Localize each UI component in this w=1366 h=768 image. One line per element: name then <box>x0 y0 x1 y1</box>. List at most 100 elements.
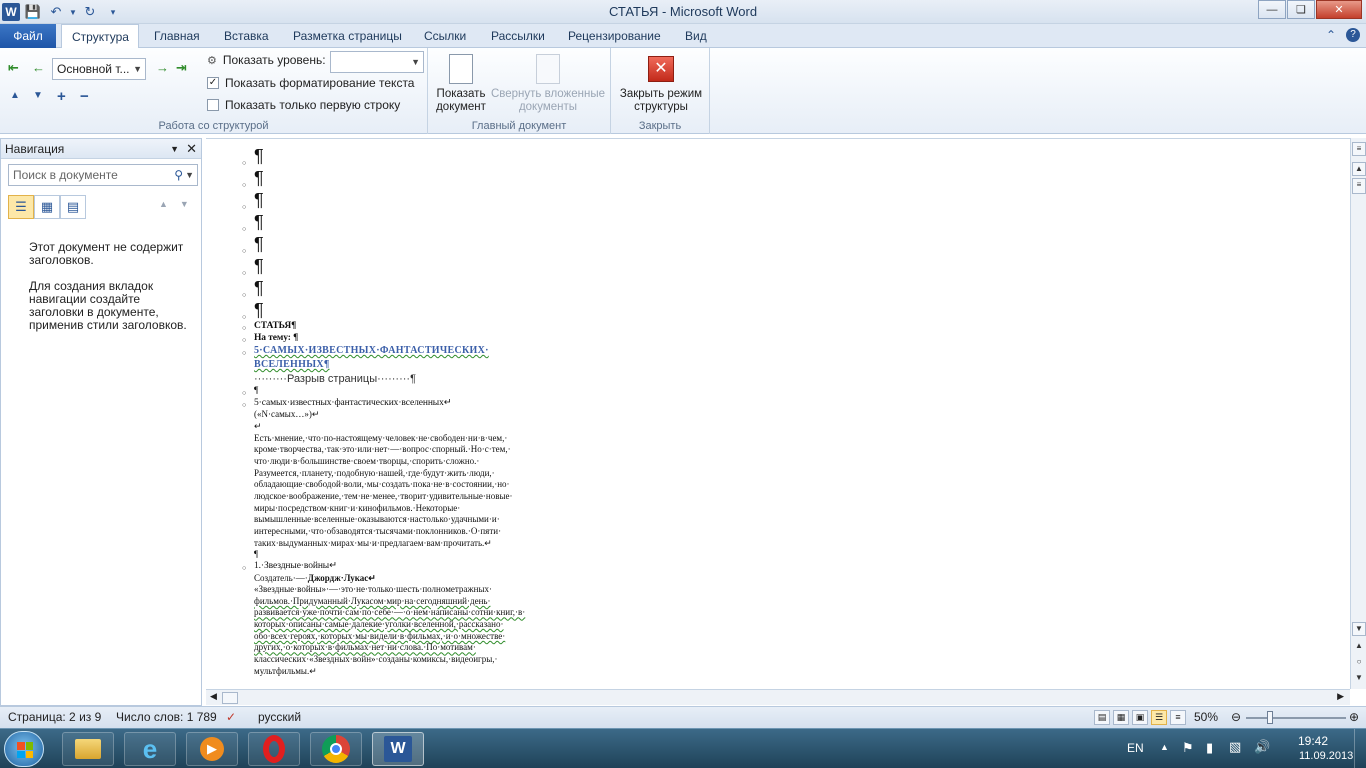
media-player-icon[interactable]: ▶ <box>186 732 238 766</box>
vertical-scrollbar[interactable]: ≡ ▲ ≡ ▼ ▲ ○ ▼ <box>1350 138 1366 689</box>
body-line[interactable]: вымышленные·вселенные·оказываются·настол… <box>242 514 542 526</box>
pane-options-icon[interactable]: ▼ <box>170 139 179 159</box>
language-bar[interactable]: EN <box>1127 741 1144 755</box>
zoom-level[interactable]: 50% <box>1194 707 1218 728</box>
show-level-combo[interactable]: ▼ <box>330 51 424 73</box>
search-icon[interactable]: ⚲ <box>174 165 183 185</box>
body-line[interactable]: Разумеется,·планету,·подобную·нашей,·где… <box>242 468 542 480</box>
empty-outline-line[interactable]: ○ ¶ <box>242 233 542 255</box>
promote-icon[interactable]: ← <box>32 60 45 75</box>
chrome-icon[interactable] <box>310 732 362 766</box>
outline-line[interactable]: ○ СТАТЬЯ¶ <box>242 321 542 333</box>
scroll-down-icon[interactable]: ▼ <box>1352 622 1366 636</box>
action-center-icon[interactable]: ⚑ <box>1182 740 1194 756</box>
demote-to-body-icon[interactable]: ⇥ <box>176 60 187 76</box>
ruler-toggle-icon[interactable]: ≡ <box>1352 142 1366 156</box>
body-line[interactable]: кроме·творчества,·так·это·или·нет·—·вопр… <box>242 444 542 456</box>
move-up-icon[interactable]: ▲ <box>10 90 20 101</box>
show-desktop-button[interactable] <box>1354 729 1366 768</box>
tab-page-layout[interactable]: Разметка страницы <box>283 24 412 48</box>
creator-line[interactable]: Создатель·—·Джордж·Лукас↵ <box>242 573 542 585</box>
body-line[interactable]: которых·описаны·самые·далекие·уголки·все… <box>242 619 542 631</box>
outline-level-combo[interactable]: Основной т... ▼ <box>52 58 146 80</box>
demote-icon[interactable]: → <box>156 60 169 75</box>
outline-view-icon[interactable]: ☰ <box>1151 710 1167 725</box>
network-icon[interactable]: ▧ <box>1229 739 1241 755</box>
zoom-slider[interactable] <box>1246 717 1346 719</box>
tab-review[interactable]: Рецензирование <box>558 24 671 48</box>
tab-home[interactable]: Главная <box>144 24 210 48</box>
checkbox-checked-icon[interactable]: ✓ <box>207 77 219 89</box>
next-heading-icon[interactable]: ▼ <box>180 199 189 209</box>
show-document-button[interactable]: Показать документ <box>432 52 490 114</box>
tab-mailings[interactable]: Рассылки <box>481 24 555 48</box>
proofing-icon[interactable]: ✓ <box>226 707 236 728</box>
explorer-icon[interactable] <box>62 732 114 766</box>
browse-object-icon[interactable]: ○ <box>1352 656 1366 670</box>
headings-view-icon[interactable]: ☰ <box>8 195 34 219</box>
collapse-icon[interactable]: − <box>80 88 89 105</box>
tab-insert[interactable]: Вставка <box>214 24 279 48</box>
full-screen-reading-icon[interactable]: ▦ <box>1113 710 1129 725</box>
power-icon[interactable]: ▮ <box>1206 740 1213 756</box>
empty-outline-line[interactable]: ○ ¶ <box>242 299 542 321</box>
outline-line[interactable]: ○ ¶ <box>242 386 542 398</box>
help-icon[interactable]: ? <box>1346 28 1360 42</box>
empty-outline-line[interactable]: ○ ¶ <box>242 145 542 167</box>
pages-view-icon[interactable]: ▦ <box>34 195 60 219</box>
scroll-thumb[interactable]: ≡ <box>1352 178 1366 194</box>
zoom-in-icon[interactable]: ⊕ <box>1349 707 1359 728</box>
tab-outline[interactable]: Структура <box>61 24 139 49</box>
previous-heading-icon[interactable]: ▲ <box>159 199 168 209</box>
body-line[interactable]: обо·всех·героях,·которых·мы·видели·в·фил… <box>242 631 542 643</box>
body-line[interactable]: обладающие·свободой·воли,·мы·создать·пок… <box>242 479 542 491</box>
start-button[interactable] <box>4 731 44 767</box>
body-line[interactable]: людское·воображение,·тем·не·менее,·твори… <box>242 491 542 503</box>
maximize-icon[interactable]: ❏ <box>1287 0 1315 19</box>
draft-view-icon[interactable]: ≡ <box>1170 710 1186 725</box>
body-line[interactable]: других,·о·которых·в·фильмах·нет·ни·слова… <box>242 642 542 654</box>
body-line[interactable]: классических·«Звездных·войн»·созданы·ком… <box>242 654 542 666</box>
tab-references[interactable]: Ссылки <box>414 24 476 48</box>
checkbox-unchecked-icon[interactable] <box>207 99 219 111</box>
scroll-right-icon[interactable]: ▶ <box>1337 691 1344 702</box>
results-view-icon[interactable]: ▤ <box>60 195 86 219</box>
close-outline-view-button[interactable]: ✕ Закрыть режим структуры <box>615 52 707 114</box>
print-layout-icon[interactable]: ▤ <box>1094 710 1110 725</box>
volume-icon[interactable]: 🔊 <box>1254 739 1270 755</box>
minimize-ribbon-icon[interactable]: ⌃ <box>1326 28 1336 42</box>
body-line[interactable]: «Звездные·войны»·—·это·не·только·шесть·п… <box>242 584 542 596</box>
body-line[interactable]: интересными,·что·обзаводятся·тысячами·по… <box>242 526 542 538</box>
zoom-slider-thumb[interactable] <box>1267 711 1273 724</box>
show-formatting-checkbox[interactable]: ✓ Показать форматирование текста <box>207 76 414 90</box>
empty-outline-line[interactable]: ○ ¶ <box>242 255 542 277</box>
page-indicator[interactable]: Страница: 2 из 9 <box>8 707 101 728</box>
body-line[interactable]: таких·выдуманных·мирах·мы·и·предлагаем·в… <box>242 538 542 550</box>
previous-page-icon[interactable]: ▲ <box>1352 640 1366 654</box>
horizontal-scrollbar[interactable]: ◀ ▶ <box>206 689 1350 705</box>
scroll-left-icon[interactable]: ◀ <box>210 691 217 702</box>
next-page-icon[interactable]: ▼ <box>1352 672 1366 686</box>
close-pane-icon[interactable]: ✕ <box>186 139 197 159</box>
word-icon[interactable]: W <box>372 732 424 766</box>
language-indicator[interactable]: русский <box>258 707 301 728</box>
body-line[interactable]: Есть·мнение,·что·по-настоящему·человек·н… <box>242 433 542 445</box>
minimize-icon[interactable]: — <box>1258 0 1286 19</box>
zoom-out-icon[interactable]: ⊖ <box>1231 707 1241 728</box>
promote-to-heading-icon[interactable]: ⇤ <box>8 60 19 76</box>
opera-icon[interactable] <box>248 732 300 766</box>
outline-line[interactable]: ○ 5·самых·известных·фантастических·вселен… <box>242 398 542 410</box>
empty-outline-line[interactable]: ○ ¶ <box>242 167 542 189</box>
empty-outline-line[interactable]: ○ ¶ <box>242 189 542 211</box>
tab-view[interactable]: Вид <box>675 24 717 48</box>
outline-line[interactable]: ○ 1.·Звездные·войны↵ <box>242 561 542 573</box>
collapse-subdocuments-button[interactable]: Свернуть вложенные документы <box>490 52 606 114</box>
body-line[interactable]: («N·самых…»)↵ <box>242 409 542 421</box>
outline-heading-continued[interactable]: ВСЕЛЕННЫХ¶ <box>242 358 542 372</box>
ie-icon[interactable]: e <box>124 732 176 766</box>
show-hidden-icons-icon[interactable]: ▲ <box>1160 742 1169 752</box>
body-line[interactable]: что·люди·в·большинстве·своем·творцы,·спо… <box>242 456 542 468</box>
search-input[interactable]: Поиск в документе ⚲ ▼ <box>8 164 198 186</box>
tab-file[interactable]: Файл <box>0 24 56 48</box>
first-line-only-checkbox[interactable]: Показать только первую строку <box>207 98 400 112</box>
